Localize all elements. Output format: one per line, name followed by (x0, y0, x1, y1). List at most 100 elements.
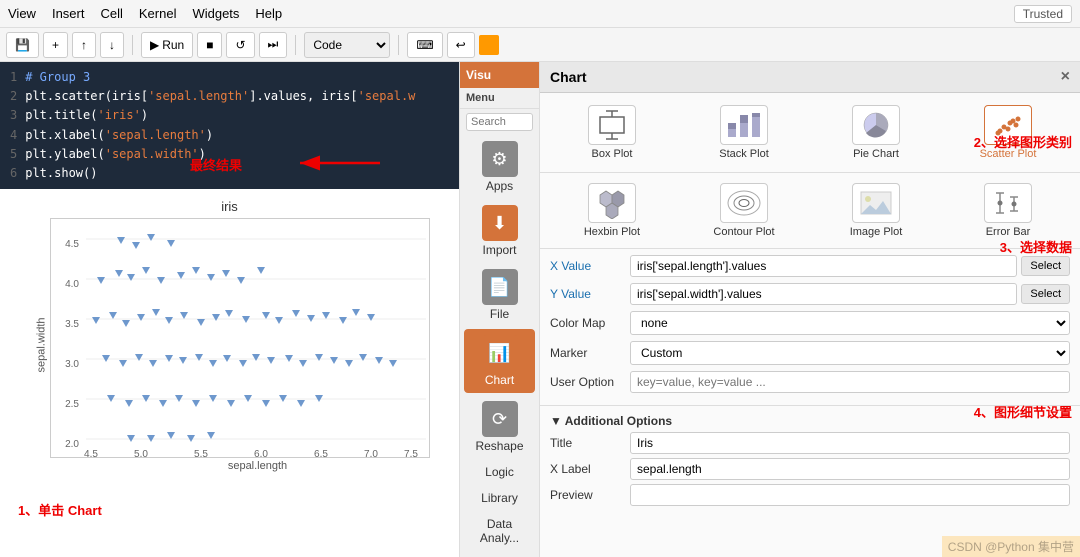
panel-close-button[interactable]: × (1061, 68, 1070, 86)
menu-kernel[interactable]: Kernel (139, 6, 177, 21)
sidebar-item-apps[interactable]: ⚙ Apps (460, 135, 539, 199)
chart-type-hexbin[interactable]: Hexbin Plot (548, 177, 676, 244)
user-option-input[interactable] (630, 371, 1070, 393)
reshape-icon: ⟳ (482, 401, 518, 437)
step3-annotation: 3、选择数据 (1000, 237, 1072, 256)
form-section: X Value Select Y Value Select Color Map … (540, 249, 1080, 405)
additional-options-section: ▼ Additional Options Title X Label Previ… (540, 405, 1080, 514)
y-value-select-button[interactable]: Select (1021, 284, 1070, 304)
sidebar-item-library[interactable]: Library (460, 485, 539, 511)
sidebar-item-data-analysis[interactable]: Data Analy... (460, 511, 539, 551)
x-value-row: X Value Select (550, 255, 1070, 277)
sidebar-item-chart[interactable]: 📊 Chart (464, 329, 535, 393)
chart-type-error-bar[interactable]: Error Bar (944, 177, 1072, 244)
error-bar-icon (984, 183, 1032, 223)
image-plot-label: Image Plot (850, 226, 903, 238)
y-value-input[interactable] (630, 283, 1017, 305)
contour-icon (720, 183, 768, 223)
sidebar-header: Visu (460, 62, 539, 88)
red-arrow (290, 148, 390, 178)
code-xlabel: plt.xlabel('sepal.length') (25, 126, 213, 145)
chart-type-contour[interactable]: Contour Plot (680, 177, 808, 244)
svg-text:2.0: 2.0 (65, 439, 79, 450)
panel-title: Chart (550, 69, 587, 85)
back-button[interactable]: ↩ (447, 32, 475, 58)
sidebar-item-ai[interactable]: AI (460, 551, 539, 557)
menu-insert[interactable]: Insert (52, 6, 85, 21)
menu-view[interactable]: View (8, 6, 36, 21)
additional-xlabel-input[interactable] (630, 458, 1070, 480)
additional-title-label: Title (550, 436, 630, 450)
color-map-select[interactable]: none viridis plasma (630, 311, 1070, 335)
line-num-3: 3 (10, 106, 17, 125)
keyboard-shortcut-button[interactable]: ⌨ (407, 32, 442, 58)
user-option-row: User Option (550, 371, 1070, 393)
import-icon: ⬇ (482, 205, 518, 241)
stop-indicator (479, 35, 499, 55)
line-num-1: 1 (10, 68, 17, 87)
move-up-button[interactable]: ↑ (72, 32, 96, 58)
svg-text:3.5: 3.5 (65, 319, 79, 330)
toolbar-separator-1 (132, 35, 133, 55)
search-input[interactable] (466, 113, 533, 131)
marker-label: Marker (550, 346, 630, 360)
svg-text:6.5: 6.5 (314, 449, 328, 459)
chart-icon: 📊 (482, 335, 518, 371)
save-button[interactable]: 💾 (6, 32, 39, 58)
cell-type-select[interactable]: Code Markdown (304, 32, 390, 58)
code-scatter: plt.scatter(iris['sepal.length'].values,… (25, 87, 415, 106)
watermark: CSDN @Python 集中营 (942, 536, 1080, 557)
run-button[interactable]: ▶ Run (141, 32, 193, 58)
sidebar-reshape-label: Reshape (466, 439, 533, 453)
svg-text:7.0: 7.0 (364, 449, 378, 459)
plot-title: iris (10, 199, 449, 214)
sidebar-app-title: Visu (466, 68, 491, 82)
sidebar-item-file[interactable]: 📄 File (460, 263, 539, 327)
box-plot-icon (588, 105, 636, 145)
chart-type-image[interactable]: Image Plot (812, 177, 940, 244)
image-plot-icon (852, 183, 900, 223)
additional-preview-row: Preview (550, 484, 1070, 506)
sidebar-item-reshape[interactable]: ⟳ Reshape (460, 395, 539, 459)
marker-row: Marker Custom Circle Triangle (550, 341, 1070, 365)
fastforward-button[interactable]: ⏭ (259, 32, 288, 58)
color-map-row: Color Map none viridis plasma (550, 311, 1070, 335)
chart-type-pie-chart[interactable]: Pie Chart (812, 99, 940, 166)
sidebar-search[interactable] (460, 109, 539, 135)
additional-title-row: Title (550, 432, 1070, 454)
restart-button[interactable]: ↺ (226, 32, 254, 58)
svg-text:2.5: 2.5 (65, 399, 79, 410)
user-option-label: User Option (550, 375, 630, 389)
line-num-6: 6 (10, 164, 17, 183)
sidebar: Visu Menu ⚙ Apps ⬇ Import 📄 File 📊 (460, 62, 540, 557)
apps-icon: ⚙ (482, 141, 518, 177)
sidebar-item-import[interactable]: ⬇ Import (460, 199, 539, 263)
trusted-badge: Trusted (1014, 5, 1072, 23)
y-axis-label: sepal.width (36, 318, 48, 373)
chart-type-stack-plot[interactable]: Stack Plot (680, 99, 808, 166)
step1-annotation: 1、单击 Chart (18, 500, 102, 519)
chart-type-box-plot[interactable]: Box Plot (548, 99, 676, 166)
additional-title-input[interactable] (630, 432, 1070, 454)
code-title: plt.title('iris') (25, 106, 148, 125)
menu-widgets[interactable]: Widgets (192, 6, 239, 21)
interrupt-button[interactable]: ■ (197, 32, 222, 58)
sidebar-item-logic[interactable]: Logic (460, 459, 539, 485)
x-value-select-button[interactable]: Select (1021, 256, 1070, 276)
plot-output-area: iris sepal.width 4.5 4.0 3.5 3.0 2.5 2.0… (0, 189, 459, 482)
stack-plot-label: Stack Plot (719, 148, 769, 160)
x-value-input[interactable] (630, 255, 1017, 277)
svg-text:3.0: 3.0 (65, 359, 79, 370)
code-line-2: 2 plt.scatter(iris['sepal.length'].value… (10, 87, 449, 106)
additional-preview-input[interactable] (630, 484, 1070, 506)
toolbar: 💾 + ↑ ↓ ▶ Run ■ ↺ ⏭ Code Markdown ⌨ ↩ (0, 28, 1080, 62)
add-cell-button[interactable]: + (43, 32, 68, 58)
move-down-button[interactable]: ↓ (100, 32, 124, 58)
sidebar-file-label: File (466, 307, 533, 321)
hexbin-icon (588, 183, 636, 223)
step4-annotation: 4、图形细节设置 (974, 402, 1072, 421)
menu-help[interactable]: Help (255, 6, 282, 21)
marker-select[interactable]: Custom Circle Triangle (630, 341, 1070, 365)
sidebar-data-label: Data Analy... (466, 517, 533, 545)
menu-cell[interactable]: Cell (100, 6, 122, 21)
